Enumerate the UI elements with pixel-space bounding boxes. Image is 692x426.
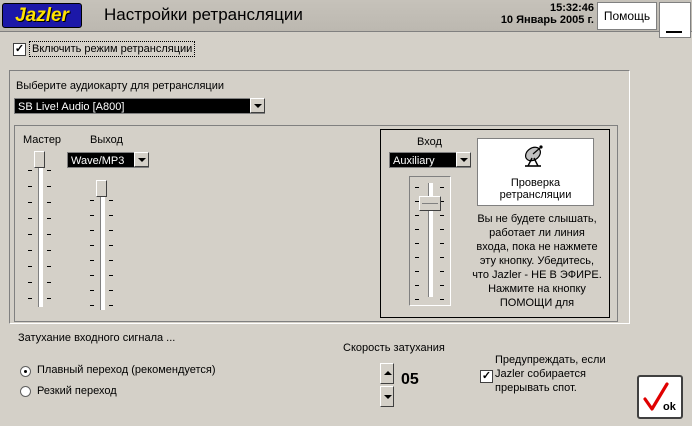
test-relay-button[interactable]: Проверка ретрансляции — [477, 138, 594, 206]
ok-label: ok — [663, 401, 676, 413]
input-slider-thumb[interactable] — [419, 196, 441, 211]
output-label: Выход — [90, 134, 123, 146]
warn-checkbox[interactable]: ✓ — [480, 370, 493, 383]
input-value: Auxiliary — [393, 155, 435, 167]
window-title: Настройки ретрансляции — [104, 5, 303, 24]
master-volume-slider[interactable] — [28, 150, 54, 310]
fade-label: Затухание входного сигнала ... — [18, 332, 176, 344]
master-label: Мастер — [23, 134, 62, 146]
help-button[interactable]: Помощь — [597, 2, 657, 30]
enable-relay-label: Включить режим ретрансляции — [29, 41, 196, 57]
fade-sharp-radio[interactable] — [20, 386, 31, 397]
ok-button[interactable]: ok — [637, 375, 683, 419]
output-volume-slider[interactable] — [90, 180, 116, 312]
fade-speed-value: 05 — [401, 371, 419, 388]
date-display: 10 Январь 2005 г. — [500, 14, 594, 26]
warn-label: Предупреждать, если Jazler собирается пр… — [495, 354, 606, 394]
time-display: 15:32:46 — [549, 2, 594, 14]
soundcard-select[interactable]: SB Live! Audio [A800] — [14, 98, 265, 114]
fade-sharp-label: Резкий переход — [37, 385, 117, 397]
fade-smooth-radio[interactable] — [20, 366, 31, 377]
soundcard-label: Выберите аудиокарту для ретрансляции — [16, 80, 224, 92]
input-hint: Вы не будете слышать, работает ли линия … — [472, 213, 602, 309]
input-label: Вход — [417, 136, 442, 148]
test-relay-label: Проверка ретрансляции — [499, 177, 572, 201]
output-dropdown-arrow[interactable] — [134, 152, 149, 167]
satellite-dish-icon — [524, 145, 543, 167]
enable-relay-checkbox[interactable]: ✓ — [13, 43, 26, 56]
output-slider-thumb[interactable] — [96, 180, 107, 197]
speed-up-button[interactable] — [380, 363, 394, 384]
input-volume-slider[interactable] — [409, 176, 451, 306]
soundcard-value: SB Live! Audio [A800] — [18, 101, 125, 113]
speed-down-button[interactable] — [380, 386, 394, 407]
master-slider-thumb[interactable] — [34, 151, 45, 168]
output-value: Wave/MP3 — [71, 155, 125, 167]
fade-smooth-label: Плавный переход (рекомендуется) — [37, 364, 216, 376]
soundcard-dropdown-arrow[interactable] — [250, 98, 265, 113]
input-dropdown-arrow[interactable] — [456, 152, 471, 167]
clock: 15:32:46 10 Январь 2005 г. — [501, 2, 594, 26]
fade-speed-label: Скорость затухания — [343, 342, 445, 354]
minimize-button[interactable] — [659, 2, 691, 38]
jazler-logo: Jazler — [2, 3, 82, 28]
